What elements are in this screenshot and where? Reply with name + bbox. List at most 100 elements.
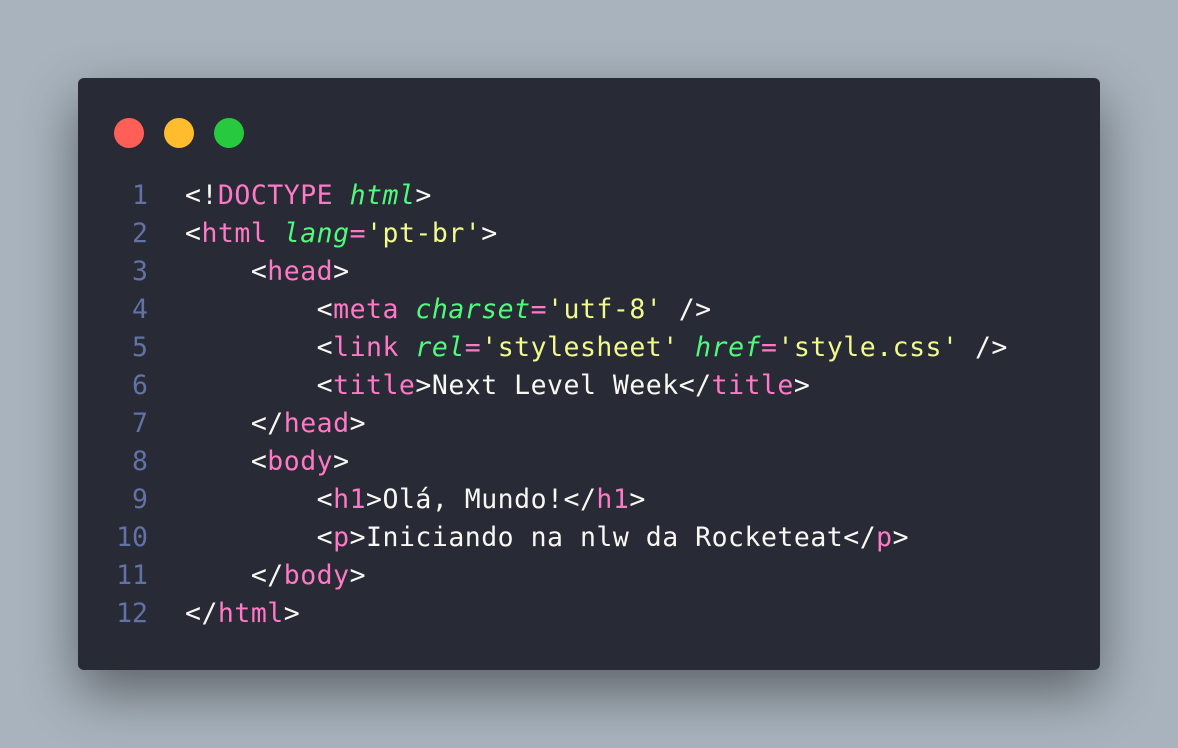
code-punctuation: > xyxy=(349,522,367,553)
code-punctuation: </ xyxy=(250,408,284,439)
code-tag: body xyxy=(283,560,350,591)
code-punctuation: < xyxy=(250,446,268,477)
line-number: 10 xyxy=(116,522,148,553)
line-number: 4 xyxy=(132,294,148,325)
code-tag: meta xyxy=(333,294,399,325)
code-tag: head xyxy=(267,256,334,287)
code-attribute: rel xyxy=(415,332,465,363)
line-number: 11 xyxy=(116,560,148,591)
code-punctuation: > xyxy=(415,370,432,401)
line-number: 2 xyxy=(132,218,148,249)
code-punctuation: </ xyxy=(250,560,284,591)
code-tag: head xyxy=(283,408,350,439)
code-punctuation: > xyxy=(349,408,367,439)
code-line-content: </body> xyxy=(185,557,366,595)
code-punctuation: > xyxy=(333,446,350,477)
code-string: 'pt-br' xyxy=(366,218,482,249)
line-number: 8 xyxy=(132,446,148,477)
code-tag: html xyxy=(201,218,268,249)
code-line-content: <!DOCTYPE html> xyxy=(185,177,432,215)
code-punctuation: < xyxy=(185,218,202,249)
maximize-button[interactable] xyxy=(214,118,244,148)
close-button[interactable] xyxy=(114,118,144,148)
code-tag: link xyxy=(333,332,399,363)
code-punctuation: > xyxy=(366,484,383,515)
code-punctuation: </ xyxy=(843,522,877,553)
code-punctuation: < xyxy=(250,256,268,287)
code-punctuation: < xyxy=(316,484,334,515)
code-line-content: <body> xyxy=(185,443,350,481)
code-attribute: charset xyxy=(415,294,531,325)
code-text: Iniciando na nlw da Rocketeat xyxy=(366,522,844,553)
code-punctuation: > xyxy=(415,180,432,211)
code-tag: title xyxy=(711,370,794,401)
window-controls xyxy=(114,118,244,148)
code-line-content: <link rel='stylesheet' href='style.css' … xyxy=(185,329,1008,367)
line-number: 3 xyxy=(132,256,148,287)
line-number: 9 xyxy=(132,484,148,515)
code-attribute: href xyxy=(695,332,761,363)
code-tag: p xyxy=(876,522,893,553)
line-number: 7 xyxy=(132,408,148,439)
line-number: 5 xyxy=(132,332,148,363)
code-punctuation: < xyxy=(316,294,334,325)
code-tag: h1 xyxy=(333,484,367,515)
code-punctuation: > xyxy=(481,218,498,249)
code-tag: html xyxy=(217,598,284,629)
code-attribute: lang xyxy=(283,218,350,249)
code-punctuation: <! xyxy=(185,180,218,211)
code-tag: p xyxy=(333,522,350,553)
code-string: 'stylesheet' xyxy=(481,332,679,363)
code-punctuation: /> xyxy=(974,332,1008,363)
code-punctuation: > xyxy=(283,598,301,629)
code-punctuation: </ xyxy=(563,484,597,515)
code-line-content: </html> xyxy=(185,595,300,633)
line-number: 12 xyxy=(116,598,148,629)
code-punctuation: < xyxy=(316,522,334,553)
code-text: Next Level Week xyxy=(431,370,679,401)
code-line-content: <meta charset='utf-8' /> xyxy=(185,291,712,329)
code-window: 1 <!DOCTYPE html> 2 <html lang='pt-br'> 3 <h… xyxy=(78,78,1100,670)
code-tag: h1 xyxy=(596,484,630,515)
code-operator: = xyxy=(761,332,778,363)
code-punctuation: > xyxy=(892,522,910,553)
code-string: 'style.css' xyxy=(777,332,959,363)
line-number: 1 xyxy=(132,180,148,211)
code-punctuation: < xyxy=(316,332,334,363)
code-tag: title xyxy=(333,370,416,401)
minimize-button[interactable] xyxy=(164,118,194,148)
code-string: 'utf-8' xyxy=(547,294,663,325)
line-number: 6 xyxy=(132,370,148,401)
code-line-content: <head> xyxy=(185,253,350,291)
code-punctuation: /> xyxy=(678,294,712,325)
code-operator: = xyxy=(349,218,367,249)
code-punctuation: < xyxy=(316,370,334,401)
code-punctuation: > xyxy=(349,560,367,591)
code-line-content: <title>Next Level Week</title> xyxy=(185,367,810,405)
code-punctuation: > xyxy=(793,370,811,401)
code-punctuation: > xyxy=(333,256,350,287)
code-operator: = xyxy=(464,332,482,363)
code-line-content: <h1>Olá, Mundo!</h1> xyxy=(185,481,646,519)
code-text: Olá, Mundo! xyxy=(382,484,564,515)
code-tag: body xyxy=(267,446,334,477)
code-punctuation: </ xyxy=(185,598,218,629)
code-punctuation: > xyxy=(629,484,646,515)
code-line-content: </head> xyxy=(185,405,366,443)
